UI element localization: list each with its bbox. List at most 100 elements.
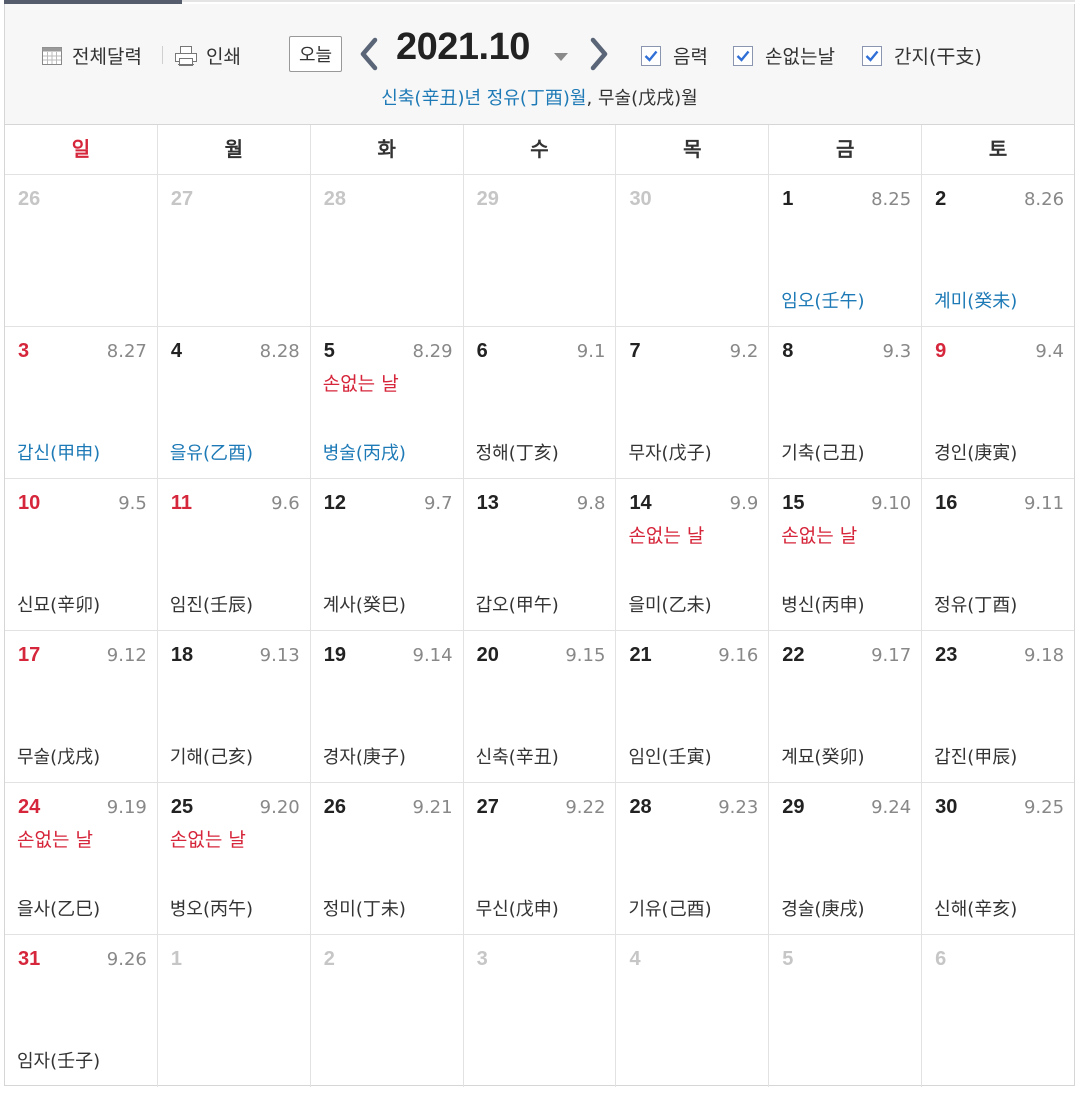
day-number: 1 — [170, 948, 182, 970]
lunar-date: 9.9 — [729, 493, 759, 514]
calendar-day-cell-other-month[interactable]: 2 — [309, 935, 463, 1087]
month-title[interactable]: 2021.10 — [396, 26, 530, 69]
month-dropdown-toggle[interactable] — [553, 47, 569, 61]
calendar-day-cell-other-month[interactable]: 30 — [615, 175, 768, 326]
calendar-day-cell-other-month[interactable]: 5 — [768, 935, 921, 1087]
day-number: 20 — [476, 644, 499, 666]
calendar-day-cell-other-month[interactable]: 4 — [615, 935, 768, 1087]
lunar-date: 9.11 — [1023, 493, 1065, 514]
full-calendar-link[interactable]: 전체달력 — [42, 42, 142, 69]
day-number: 31 — [18, 948, 41, 970]
lunar-date: 9.13 — [259, 645, 300, 666]
calendar-day-cell[interactable]: 11 9.6 임진(壬辰) — [156, 479, 310, 630]
calendar-day-cell-other-month[interactable]: 29 — [462, 175, 616, 326]
day-ganji: 계미(癸未) — [934, 291, 1018, 312]
lunar-date: 9.23 — [718, 797, 759, 818]
lunar-date: 8.28 — [259, 341, 300, 362]
calendar-day-cell-other-month[interactable]: 27 — [156, 175, 310, 326]
printer-icon — [175, 45, 197, 66]
calendar-day-cell[interactable]: 10 9.5 신묘(辛卯) — [5, 479, 157, 630]
day-number: 7 — [629, 340, 641, 362]
calendar-day-cell[interactable]: 29 9.24 경술(庚戌) — [768, 783, 921, 934]
day-number: 29 — [476, 188, 499, 210]
prev-month-button[interactable] — [356, 32, 382, 76]
lunar-date: 9.4 — [1035, 341, 1065, 362]
day-ganji: 기축(己丑) — [781, 443, 865, 464]
calendar-day-cell[interactable]: 24 9.19 손없는 날 을사(乙巳) — [5, 783, 157, 934]
calendar-day-cell[interactable]: 26 9.21 정미(丁未) — [309, 783, 463, 934]
lunar-date: 9.22 — [565, 797, 606, 818]
calendar-day-cell[interactable]: 18 9.13 기해(己亥) — [156, 631, 310, 782]
calendar-day-cell[interactable]: 1 8.25 임오(壬午) — [768, 175, 921, 326]
day-ganji: 을사(乙巳) — [17, 899, 101, 920]
calendar-day-cell-other-month[interactable]: 3 — [462, 935, 616, 1087]
lunar-date: 9.20 — [259, 797, 300, 818]
calendar-day-cell-other-month[interactable]: 6 — [921, 935, 1074, 1087]
calendar-day-cell[interactable]: 28 9.23 기유(己酉) — [615, 783, 768, 934]
inactive-tab-line — [182, 0, 1075, 2]
day-ganji: 임오(壬午) — [781, 291, 865, 312]
calendar-day-cell[interactable]: 13 9.8 갑오(甲午) — [462, 479, 616, 630]
day-number: 10 — [18, 492, 41, 514]
weekday-header-row: 일 월 화 수 목 금 토 — [5, 125, 1074, 175]
calendar-day-cell[interactable]: 8 9.3 기축(己丑) — [768, 327, 921, 478]
day-number: 16 — [935, 492, 958, 514]
calendar-day-cell-other-month[interactable]: 28 — [309, 175, 463, 326]
calendar-week-row: 24 9.19 손없는 날 을사(乙巳) 25 9.20 손없는 날 병오(丙午) 26 9.21… — [5, 783, 1074, 935]
calendar-day-cell[interactable]: 16 9.11 정유(丁酉) — [921, 479, 1074, 630]
next-month-button[interactable] — [586, 32, 612, 76]
calendar-header: 전체달력 인쇄 오늘 2021.10 음력 손없는날 간지(干支) 신축(辛丑)… — [5, 4, 1074, 125]
lunar-toggle[interactable]: 음력 — [641, 42, 708, 69]
son-day-toggle[interactable]: 손없는날 — [733, 42, 835, 69]
day-number: 18 — [170, 644, 194, 666]
calendar-day-cell[interactable]: 20 9.15 신축(辛丑) — [462, 631, 616, 782]
calendar-day-cell[interactable]: 4 8.28 을유(乙酉) — [156, 327, 310, 478]
calendar-day-cell[interactable]: 3 8.27 갑신(甲申) — [5, 327, 157, 478]
day-number: 25 — [170, 796, 194, 818]
calendar-day-cell[interactable]: 7 9.2 무자(戊子) — [615, 327, 768, 478]
calendar-week-row: 17 9.12 무술(戊戌) 18 9.13 기해(己亥) 19 9.14 경자(庚子) 20 9.… — [5, 631, 1074, 783]
calendar-day-cell[interactable]: 30 9.25 신해(辛亥) — [921, 783, 1074, 934]
checkbox-checked-icon[interactable] — [641, 45, 661, 66]
ganji-toggle[interactable]: 간지(干支) — [862, 42, 982, 69]
calendar-day-cell[interactable]: 5 8.29 손없는 날 병술(丙戌) — [309, 327, 463, 478]
day-number: 5 — [323, 340, 335, 362]
day-number: 30 — [629, 188, 652, 210]
lunar-date: 9.3 — [882, 341, 912, 362]
today-button[interactable]: 오늘 — [289, 36, 342, 72]
day-ganji: 신묘(辛卯) — [17, 595, 101, 616]
calendar-day-cell[interactable]: 22 9.17 계묘(癸卯) — [768, 631, 921, 782]
calendar-day-cell[interactable]: 27 9.22 무신(戊申) — [462, 783, 616, 934]
day-ganji: 정유(丁酉) — [934, 595, 1018, 616]
day-ganji: 계사(癸巳) — [322, 595, 406, 616]
ganji-separator: , — [586, 88, 598, 109]
full-calendar-label: 전체달력 — [72, 46, 142, 68]
weekday-mon: 월 — [156, 125, 310, 174]
calendar-day-cell[interactable]: 25 9.20 손없는 날 병오(丙午) — [156, 783, 310, 934]
calendar-day-cell-other-month[interactable]: 26 — [5, 175, 157, 326]
day-ganji: 임인(壬寅) — [628, 747, 712, 768]
day-number: 27 — [170, 188, 194, 210]
ganji-toggle-label: 간지(干支) — [894, 46, 982, 68]
calendar-day-cell[interactable]: 15 9.10 손없는 날 병신(丙申) — [768, 479, 921, 630]
print-link[interactable]: 인쇄 — [175, 42, 241, 69]
calendar-day-cell[interactable]: 12 9.7 계사(癸巳) — [309, 479, 463, 630]
calendar-day-cell[interactable]: 17 9.12 무술(戊戌) — [5, 631, 157, 782]
calendar-day-cell[interactable]: 23 9.18 갑진(甲辰) — [921, 631, 1074, 782]
calendar-day-cell[interactable]: 19 9.14 경자(庚子) — [309, 631, 463, 782]
calendar-day-cell[interactable]: 2 8.26 계미(癸未) — [921, 175, 1074, 326]
checkbox-checked-icon[interactable] — [862, 45, 882, 66]
day-ganji: 을미(乙未) — [628, 595, 712, 616]
calendar-day-cell[interactable]: 14 9.9 손없는 날 을미(乙未) — [615, 479, 768, 630]
lunar-date: 9.10 — [871, 493, 912, 514]
checkbox-checked-icon[interactable] — [733, 45, 753, 66]
calendar-day-cell[interactable]: 9 9.4 경인(庚寅) — [921, 327, 1074, 478]
calendar-day-cell[interactable]: 21 9.16 임인(壬寅) — [615, 631, 768, 782]
calendar-day-cell[interactable]: 6 9.1 정해(丁亥) — [462, 327, 616, 478]
weekday-tue: 화 — [309, 125, 463, 174]
day-ganji: 병오(丙午) — [169, 899, 254, 920]
calendar-day-cell[interactable]: 31 9.26 임자(壬子) — [5, 935, 157, 1087]
day-number: 29 — [782, 796, 805, 818]
calendar-day-cell-other-month[interactable]: 1 — [156, 935, 310, 1087]
lunar-date: 9.16 — [718, 645, 759, 666]
